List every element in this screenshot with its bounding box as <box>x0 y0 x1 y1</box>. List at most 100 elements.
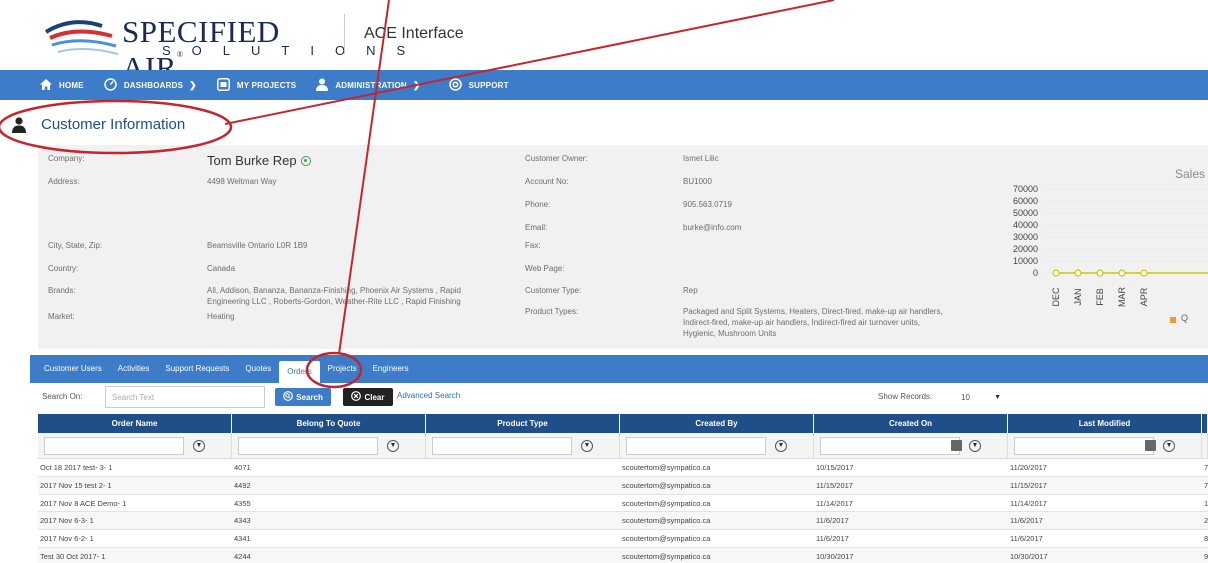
filter-cell: ▼ <box>620 433 814 458</box>
cell-created-on: 10/30/2017 <box>816 551 854 561</box>
cell-created-by: scoutertom@sympatico.ca <box>622 516 711 526</box>
advanced-search-link[interactable]: Advanced Search <box>397 391 460 400</box>
filter-input[interactable] <box>238 437 378 455</box>
table-row[interactable]: Test 30 Oct 2017- 1 4244 scoutertom@symp… <box>38 547 1208 563</box>
x-tick-label: MAR <box>1117 287 1127 308</box>
y-tick-label: 60000 <box>1013 196 1038 206</box>
data-point[interactable] <box>1140 269 1148 277</box>
top-header: SPECIFIED AIR® SOLUTIONS ACE Interface <box>0 0 1208 85</box>
search-button[interactable]: Search <box>275 388 331 406</box>
nav-support-label: SUPPORT <box>468 80 509 90</box>
nav-my-projects[interactable]: MY PROJECTS <box>207 70 306 100</box>
filter-input[interactable] <box>626 437 766 455</box>
search-on-label: Search On: <box>42 392 83 401</box>
swoosh-logo-icon <box>44 20 119 55</box>
data-point[interactable] <box>1096 269 1104 277</box>
home-icon <box>40 78 52 92</box>
table-row[interactable]: 2017 Nov 6-3- 1 4343 scoutertom@sympatic… <box>38 512 1208 531</box>
city-label: City, State, Zip: <box>48 241 103 250</box>
cell-quote: 4071 <box>234 463 251 472</box>
col-created-by[interactable]: Created By <box>620 414 814 433</box>
tab-orders[interactable]: Orders <box>279 361 320 383</box>
nav-support[interactable]: SUPPORT <box>439 70 519 100</box>
calendar-icon[interactable] <box>1145 440 1156 451</box>
col-last-modified[interactable]: Last Modified <box>1008 414 1202 433</box>
nav-administration[interactable]: ADMINISTRATION ❯ <box>306 70 430 100</box>
col-product-type[interactable]: Product Type <box>426 414 620 433</box>
filter-icon[interactable]: ▼ <box>193 440 205 452</box>
chart-svg: 70000 60000 50000 40000 30000 20000 10000 0 DEC J… <box>1013 184 1208 308</box>
records-select[interactable]: 10 ▼ <box>955 386 1007 408</box>
table-row[interactable]: 2017 Nov 6-2- 1 4341 scoutertom@sympatic… <box>38 530 1208 548</box>
data-point[interactable] <box>1118 269 1126 277</box>
sales-chart: Sales fo 7000060000500004000030000200001… <box>990 155 1208 355</box>
nav-home[interactable]: HOME <box>30 70 94 100</box>
products-value-line2: Indirect-fired, make-up air handlers, In… <box>683 318 920 327</box>
search-button-label: Search <box>296 392 323 402</box>
filter-icon[interactable]: ▼ <box>581 440 593 452</box>
tab-customer-users[interactable]: Customer Users <box>36 358 110 380</box>
brands-value-line2: Engineering LLC , Roberts-Gordon, Weathe… <box>207 297 461 306</box>
col-created-on[interactable]: Created On <box>814 414 1008 433</box>
filter-input[interactable] <box>432 437 572 455</box>
filter-input[interactable] <box>820 437 960 455</box>
tab-quotes[interactable]: Quotes <box>237 358 279 380</box>
email-value: burke@info.com <box>683 223 742 232</box>
table-row[interactable]: Oct 18 2017 test- 3- 1 4071 scoutertom@s… <box>38 459 1208 477</box>
data-point[interactable] <box>1052 269 1060 277</box>
col-order-name[interactable]: Order Name <box>38 414 232 433</box>
cell-overflow: 22 <box>1204 516 1208 526</box>
cell-product-type <box>426 495 620 512</box>
records-value: 10 <box>961 392 970 402</box>
email-label: Email: <box>525 223 548 232</box>
cell-order-name[interactable]: 2017 Nov 8 ACE Demo- 1 <box>38 495 232 512</box>
filter-icon[interactable]: ▼ <box>1163 440 1175 452</box>
calendar-icon[interactable] <box>951 440 962 451</box>
app-title: ACE Interface <box>364 25 464 42</box>
nav-dashboards[interactable]: DASHBOARDS ❯ <box>94 70 207 100</box>
y-tick-label: 70000 <box>1013 184 1038 194</box>
cell-order-name[interactable]: 2017 Nov 15 test 2- 1 <box>38 477 232 494</box>
filter-input[interactable] <box>44 437 184 455</box>
status-active-icon <box>300 156 311 166</box>
table-row[interactable]: 2017 Nov 15 test 2- 1 4492 scoutertom@sy… <box>38 476 1208 495</box>
tab-support-requests[interactable]: Support Requests <box>157 358 237 380</box>
tab-activities[interactable]: Activities <box>110 358 158 380</box>
filter-icon[interactable]: ▼ <box>969 440 981 452</box>
x-tick-label: FEB <box>1095 288 1105 306</box>
projects-icon <box>216 77 230 93</box>
filter-icon[interactable]: ▼ <box>387 440 399 452</box>
filter-icon[interactable]: ▼ <box>775 440 787 452</box>
search-input[interactable] <box>105 386 265 408</box>
company-label: Company: <box>48 154 85 163</box>
cell-overflow: 76 <box>1204 463 1208 472</box>
cell-created-on: 10/15/2017 <box>816 463 854 472</box>
nav-home-label: HOME <box>59 80 84 90</box>
clear-button-label: Clear <box>364 392 385 402</box>
filter-input[interactable] <box>1014 437 1154 455</box>
brand-logo[interactable]: SPECIFIED AIR® SOLUTIONS <box>42 10 405 85</box>
tab-engineers[interactable]: Engineers <box>365 358 417 380</box>
tab-projects[interactable]: Projects <box>320 358 365 380</box>
col-belong-to-quote[interactable]: Belong To Quote <box>232 414 426 433</box>
cell-quote: 4341 <box>234 534 251 544</box>
search-bar: Search On: Search Clear Advanced Search … <box>30 384 1208 410</box>
filter-row: ▼ ▼ ▼ ▼ ▼ ▼ <box>38 433 1208 459</box>
cell-quote: 4492 <box>234 480 251 490</box>
filter-cell: ▼ <box>426 433 620 458</box>
clear-button[interactable]: Clear <box>343 388 393 406</box>
cell-created-on: 11/14/2017 <box>816 498 853 508</box>
data-point[interactable] <box>1074 269 1082 277</box>
cell-order-name[interactable]: Test 30 Oct 2017- 1 <box>38 548 232 563</box>
table-header: Order Name Belong To Quote Product Type … <box>38 414 1208 433</box>
chevron-down-icon: ❯ <box>412 79 421 90</box>
cell-order-name[interactable]: 2017 Nov 6-2- 1 <box>38 530 232 547</box>
cell-order-name[interactable]: Oct 18 2017 test- 3- 1 <box>38 459 232 476</box>
close-icon <box>351 391 362 403</box>
cell-order-name[interactable]: 2017 Nov 6-3- 1 <box>38 512 232 529</box>
products-label: Product Types: <box>525 307 579 316</box>
caret-down-icon: ▼ <box>994 393 1001 401</box>
table-row[interactable]: 2017 Nov 8 ACE Demo- 1 4355 scoutertom@s… <box>38 495 1208 513</box>
cell-created-by: scoutertom@sympatico.ca <box>622 480 711 490</box>
x-tick-label: JAN <box>1073 288 1083 305</box>
